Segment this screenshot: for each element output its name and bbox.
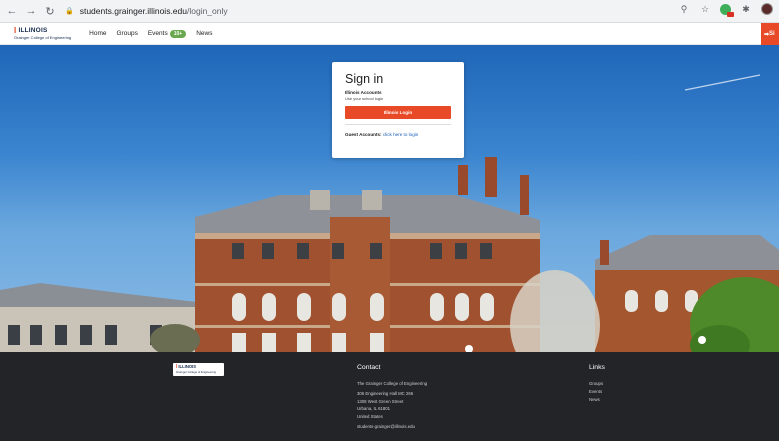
footer-logo-subtitle: Grainger College of Engineering <box>176 370 216 374</box>
footer-link-events[interactable]: Events <box>589 388 605 396</box>
guest-accounts-label: Guest Accounts: <box>345 132 382 137</box>
signin-divider <box>345 124 451 125</box>
brand-logo[interactable]: I ILLINOIS Grainger College of Engineeri… <box>14 27 71 40</box>
url-host: students.grainger.illinois.edu <box>79 6 187 16</box>
illinois-accounts-heading: Illinois Accounts <box>345 90 382 95</box>
bookmark-star-icon[interactable]: ☆ <box>699 3 711 15</box>
nav-groups[interactable]: Groups <box>117 30 138 37</box>
reload-icon[interactable]: ↻ <box>43 4 57 18</box>
footer-logo[interactable]: I ILLINOIS Grainger College of Engineeri… <box>173 363 224 376</box>
url-path: /login_only <box>186 6 228 16</box>
nav-events-label: Events <box>147 30 168 37</box>
guest-accounts-row: Guest Accounts: click here to login <box>345 132 451 137</box>
extension-icon[interactable] <box>720 3 734 17</box>
contact-address-1: 306 Engineering Hall MC 266 <box>357 390 414 396</box>
footer-link-groups[interactable]: Groups <box>589 380 605 388</box>
contact-email-link[interactable]: students-grainger@illinois.edu <box>357 423 427 431</box>
browser-toolbar: ← → ↻ 🔒 students.grainger.illinois.edu/l… <box>0 0 779 23</box>
zoom-icon[interactable]: ⚲ <box>678 3 690 15</box>
block-i-icon: I <box>14 26 17 35</box>
links-heading: Links <box>589 364 605 371</box>
contact-address-4: United States <box>357 414 383 420</box>
contact-address-3: Urbana, IL 61801 <box>357 406 391 412</box>
nav-home[interactable]: Home <box>89 30 106 37</box>
hero-background-image: Sign in Illinois Accounts Use your schoo… <box>0 45 779 352</box>
illinois-login-button[interactable]: Illinois Login <box>345 106 451 119</box>
signin-card: Sign in Illinois Accounts Use your schoo… <box>332 62 464 158</box>
footer-link-news[interactable]: News <box>589 396 605 404</box>
footer-links: Links Groups Events News <box>589 364 605 403</box>
illinois-accounts-hint: Use your school login <box>345 96 384 101</box>
address-bar[interactable]: 🔒 students.grainger.illinois.edu/login_o… <box>65 3 228 20</box>
contact-org: The Grainger College of Engineering <box>357 381 427 386</box>
lock-icon: 🔒 <box>65 8 74 15</box>
site-header: I ILLINOIS Grainger College of Engineeri… <box>0 23 779 45</box>
forward-icon[interactable]: → <box>24 4 38 18</box>
footer-logo-name: ILLINOIS <box>178 364 197 370</box>
profile-avatar[interactable] <box>761 3 773 15</box>
signup-label: Si <box>769 31 775 37</box>
guest-login-link[interactable]: click here to login <box>383 132 419 137</box>
nav-news[interactable]: News <box>196 30 212 37</box>
back-icon[interactable]: ← <box>5 4 19 18</box>
brand-name: ILLINOIS <box>18 26 48 34</box>
nav-events[interactable]: Events 10+ <box>147 30 187 38</box>
footer-contact: Contact The Grainger College of Engineer… <box>357 364 427 431</box>
site-footer: I ILLINOIS Grainger College of Engineeri… <box>0 352 779 441</box>
main-nav: Home Groups Events 10+ News <box>89 30 212 38</box>
contact-heading: Contact <box>357 364 381 371</box>
signin-title: Sign in <box>345 72 384 86</box>
events-count-badge: 10+ <box>169 30 187 38</box>
signup-button[interactable]: ➡ Si <box>761 23 779 45</box>
extensions-puzzle-icon[interactable]: ✱ <box>740 3 752 15</box>
brand-subtitle: Grainger College of Engineering <box>14 35 72 40</box>
contact-address-2: 1308 West Green Street <box>357 398 404 404</box>
